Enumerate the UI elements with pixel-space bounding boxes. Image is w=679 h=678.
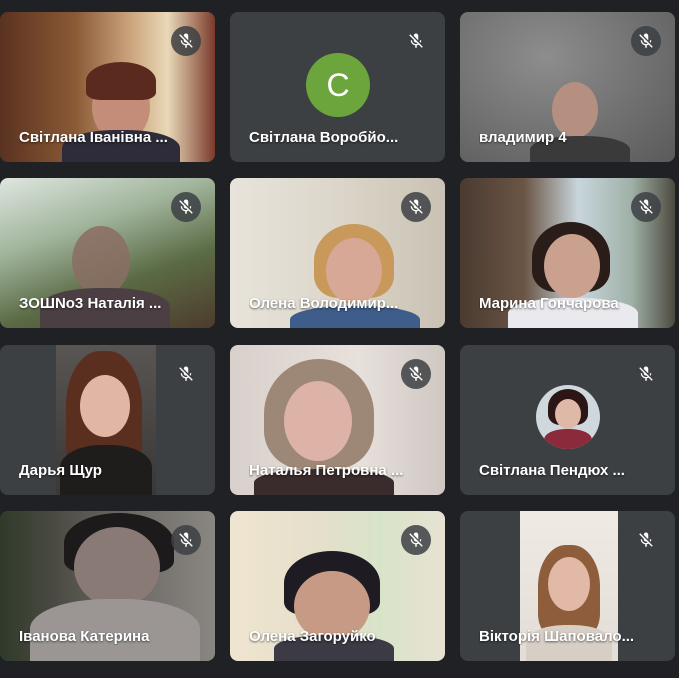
participant-grid: Світлана Іванівна ... C Світлана Воробйо…	[0, 0, 679, 678]
participant-tile[interactable]: Марина Гончарова	[460, 178, 675, 328]
mic-off-icon[interactable]	[171, 26, 201, 56]
participant-name: Світлана Пендюх ...	[479, 462, 625, 479]
participant-tile[interactable]: Іванова Катерина	[0, 511, 215, 661]
participant-name: Марина Гончарова	[479, 295, 619, 312]
mic-off-icon[interactable]	[401, 192, 431, 222]
mic-off-icon[interactable]	[401, 26, 431, 56]
participant-tile[interactable]: владимир 4	[460, 12, 675, 162]
participant-video-person	[544, 234, 600, 298]
mic-off-icon[interactable]	[631, 525, 661, 555]
participant-name: Дарья Щур	[19, 462, 102, 479]
participant-name: Світлана Воробйо...	[249, 129, 399, 146]
avatar	[536, 385, 600, 449]
mic-off-icon[interactable]	[631, 192, 661, 222]
mic-off-icon[interactable]	[171, 359, 201, 389]
participant-tile[interactable]: C Світлана Воробйо...	[230, 12, 445, 162]
participant-tile[interactable]: Світлана Іванівна ...	[0, 12, 215, 162]
mic-off-icon[interactable]	[171, 525, 201, 555]
hair	[86, 62, 156, 100]
participant-video-person	[284, 381, 352, 461]
mic-off-icon[interactable]	[401, 359, 431, 389]
participant-tile[interactable]: Олена Володимир...	[230, 178, 445, 328]
participant-video-person	[72, 226, 130, 296]
mic-off-icon[interactable]	[401, 525, 431, 555]
mic-off-icon[interactable]	[631, 359, 661, 389]
mic-off-icon[interactable]	[631, 26, 661, 56]
participant-tile[interactable]: Наталья Петровна ...	[230, 345, 445, 495]
participant-name: Вікторія Шаповало...	[479, 628, 635, 645]
participant-video-person	[80, 375, 130, 437]
participant-tile[interactable]: ЗОШNо3 Наталія ...	[0, 178, 215, 328]
participant-tile[interactable]: Світлана Пендюх ...	[460, 345, 675, 495]
participant-name: ЗОШNо3 Наталія ...	[19, 295, 162, 312]
participant-video-person	[548, 557, 590, 611]
participant-tile[interactable]: Дарья Щур	[0, 345, 215, 495]
participant-tile[interactable]: Олена Загоруйко	[230, 511, 445, 661]
participant-name: Олена Володимир...	[249, 295, 399, 312]
participant-name: Світлана Іванівна ...	[19, 129, 168, 146]
mic-off-icon[interactable]	[171, 192, 201, 222]
participant-name: владимир 4	[479, 129, 567, 146]
participant-name: Наталья Петровна ...	[249, 462, 404, 479]
participant-name: Олена Загоруйко	[249, 628, 376, 645]
participant-tile[interactable]: Вікторія Шаповало...	[460, 511, 675, 661]
avatar: C	[306, 53, 370, 117]
participant-video-person	[74, 527, 160, 607]
participant-name: Іванова Катерина	[19, 628, 150, 645]
